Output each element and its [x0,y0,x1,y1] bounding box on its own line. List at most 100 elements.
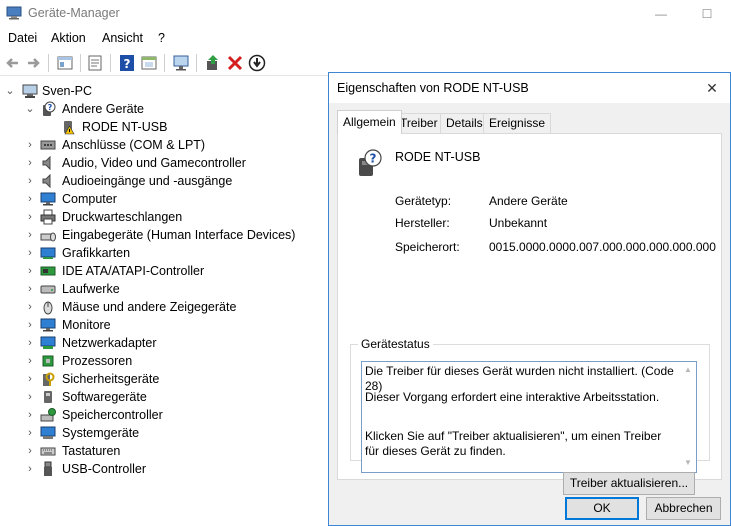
chevron-right-icon[interactable]: › [24,298,36,316]
chevron-right-icon[interactable]: › [24,424,36,442]
properties-icon[interactable] [86,54,104,72]
port-icon [40,140,56,150]
help-icon[interactable]: ? [118,54,136,72]
tree-category-label: Sicherheitsgeräte [62,372,160,386]
chevron-right-icon[interactable]: › [24,442,36,460]
forward-icon[interactable] [24,54,42,72]
tree-category-mice[interactable]: › Mäuse und andere Zeigegeräte [0,298,320,316]
maximize-button[interactable]: ☐ [684,0,730,28]
menu-aktion[interactable]: Aktion [51,31,86,45]
processor-icon [42,355,54,367]
computer-icon [22,84,38,98]
tree-category-label: Grafikkarten [62,246,131,260]
update-driver-button[interactable]: Treiber aktualisieren... [563,472,695,495]
tree-category-network[interactable]: › Netzwerkadapter [0,334,320,352]
chevron-right-icon[interactable]: › [24,172,36,190]
tree-category-drives[interactable]: › Laufwerke [0,280,320,298]
toolbar-separator [110,54,111,72]
device-status-textbox[interactable]: Die Treiber für dieses Gerät wurden nich… [361,361,697,473]
tree-category-label: Druckwarteschlangen [62,210,183,224]
tree-category-ide-ata[interactable]: › IDE ATA/ATAPI-Controller [0,262,320,280]
chevron-right-icon[interactable]: › [24,244,36,262]
show-hide-tree-icon[interactable] [56,54,74,72]
device-status-group: Gerätestatus Die Treiber für dieses Gerä… [350,337,710,473]
toolbar-separator [164,54,165,72]
keyboard-icon [40,447,56,456]
status-text-line: Klicken Sie auf "Treiber aktualisieren",… [365,429,662,458]
software-device-icon [44,391,52,403]
chevron-right-icon[interactable]: › [24,226,36,244]
scroll-up-icon[interactable]: ▲ [683,365,693,374]
chevron-right-icon[interactable]: › [24,388,36,406]
tree-category-label: Anschlüsse (COM & LPT) [62,138,206,152]
chevron-right-icon[interactable]: › [24,352,36,370]
toolbar-separator [48,54,49,72]
tab-ereignisse[interactable]: Ereignisse [483,113,552,133]
tree-category-label: Computer [62,192,117,206]
menu-datei[interactable]: Datei [8,31,37,45]
manufacturer-value: Unbekannt [489,216,548,230]
tree-root-label: Sven-PC [42,84,93,98]
tree-category-monitors[interactable]: › Monitore [0,316,320,334]
chevron-right-icon[interactable]: › [24,190,36,208]
tree-category-usb[interactable]: › USB-Controller [0,460,320,478]
unknown-device-icon: ? [359,149,382,176]
chevron-right-icon[interactable]: › [24,262,36,280]
menu-ansicht[interactable]: Ansicht [102,31,143,45]
chevron-right-icon[interactable]: › [24,460,36,478]
tree-category-security[interactable]: › Sicherheitsgeräte [0,370,320,388]
chevron-right-icon[interactable]: › [24,334,36,352]
chevron-right-icon[interactable]: › [24,316,36,334]
chevron-right-icon[interactable]: › [24,208,36,226]
tree-category-print-queues[interactable]: › Druckwarteschlangen [0,208,320,226]
tree-category-system[interactable]: › Systemgeräte [0,424,320,442]
chevron-down-icon[interactable]: ⌄ [4,82,16,100]
tree-category-label: USB-Controller [62,462,147,476]
dialog-close-button[interactable]: ✕ [694,73,730,103]
cancel-button[interactable]: Abbrechen [646,497,721,520]
tree-group-other-devices[interactable]: ⌄ ? Andere Geräte [0,100,320,118]
tree-root[interactable]: ⌄ Sven-PC [0,82,320,100]
chevron-right-icon[interactable]: › [24,136,36,154]
tab-allgemein[interactable]: Allgemein [337,110,402,134]
tree-category-processors[interactable]: › Prozessoren [0,352,320,370]
tree-category-keyboards[interactable]: › Tastaturen [0,442,320,460]
ok-button[interactable]: OK [565,497,639,520]
monitor-icon [40,318,56,332]
update-driver-icon[interactable] [204,54,222,72]
minimize-button[interactable]: — [638,0,684,28]
tree-category-graphics[interactable]: › Grafikkarten [0,244,320,262]
view-icon[interactable] [140,54,158,72]
mouse-icon [43,301,53,315]
tree-category-computer[interactable]: › Computer [0,190,320,208]
chevron-down-icon[interactable]: ⌄ [24,100,36,118]
toolbar-separator [196,54,197,72]
back-icon[interactable] [4,54,22,72]
scroll-down-icon[interactable]: ▼ [683,458,693,467]
chevron-right-icon[interactable]: › [24,280,36,298]
tree-category-label: Eingabegeräte (Human Interface Devices) [62,228,296,242]
tree-device-label: RODE NT-USB [82,120,168,134]
chevron-right-icon[interactable]: › [24,154,36,172]
chevron-right-icon[interactable]: › [24,370,36,388]
disable-icon[interactable] [248,54,266,72]
tree-group-label: Andere Geräte [62,102,144,116]
tree-category-software[interactable]: › Softwaregeräte [0,388,320,406]
tree-category-audio-io[interactable]: › Audioeingänge und -ausgänge [0,172,320,190]
scan-hardware-icon[interactable] [172,54,190,72]
tree-category-label: Prozessoren [62,354,133,368]
menu-help[interactable]: ? [158,31,165,45]
properties-dialog: Eigenschaften von RODE NT-USB ✕ Allgemei… [328,72,731,526]
tree-category-ports[interactable]: › Anschlüsse (COM & LPT) [0,136,320,154]
tab-details[interactable]: Details [440,113,489,133]
tree-category-hid[interactable]: › Eingabegeräte (Human Interface Devices… [0,226,320,244]
tree-category-audio-video[interactable]: › Audio, Video und Gamecontroller [0,154,320,172]
uninstall-icon[interactable] [226,54,244,72]
tree-category-label: Systemgeräte [62,426,140,440]
printer-icon [40,209,56,225]
usb-icon [44,461,52,476]
tree-category-label: Mäuse und andere Zeigegeräte [62,300,237,314]
tree-device-rode-nt-usb[interactable]: RODE NT-USB [0,118,320,136]
tree-category-storage-controllers[interactable]: › Speichercontroller [0,406,320,424]
chevron-right-icon[interactable]: › [24,406,36,424]
